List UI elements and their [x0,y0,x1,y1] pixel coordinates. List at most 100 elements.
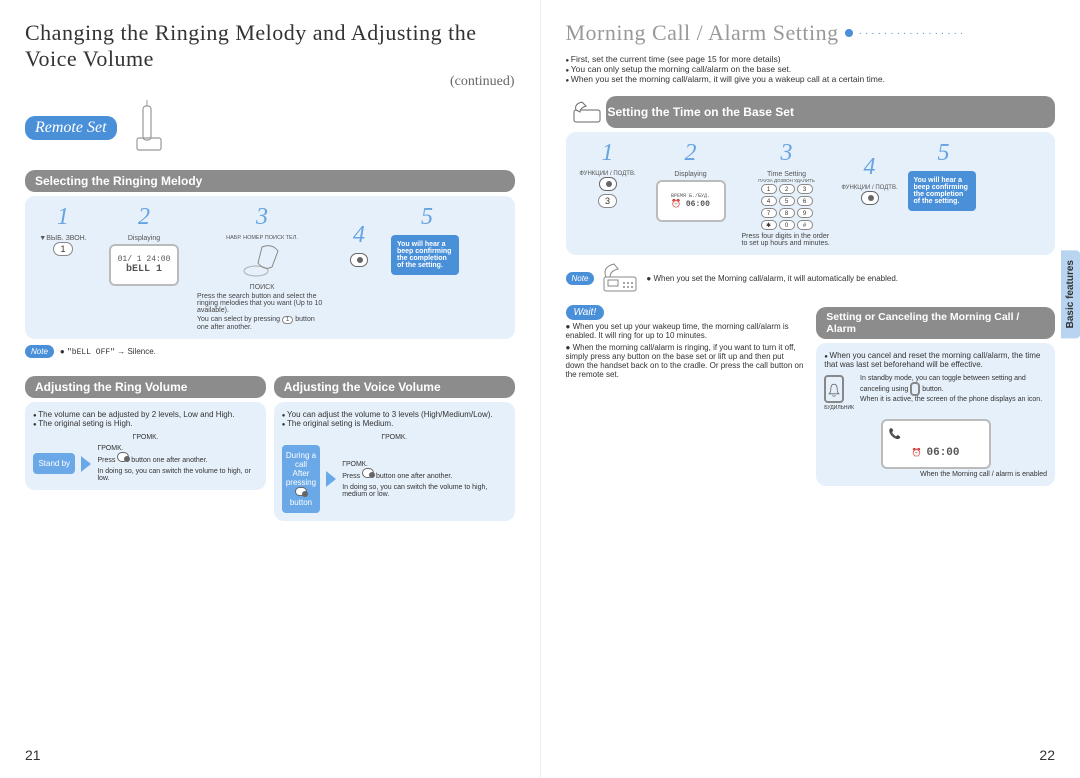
key-1: 1 [761,184,777,194]
cancel-caption: When the Morning call / alarm is enabled [824,471,1047,478]
lcd-line1: 01/ 1 24:00 [117,255,171,264]
intro-3: When you set the morning call/alarm, it … [566,74,1056,84]
displaying-label: Displaying [99,235,189,242]
arrow-icon-2 [326,471,336,487]
intro-list: First, set the current time (see page 15… [566,54,1056,84]
section-voice-vol-label: Adjusting the Voice Volume [284,380,441,394]
during-press-icon [295,487,307,496]
ring-grom-top: ГРОМК. [33,434,258,441]
continued-label: (continued) [25,74,515,90]
alarm-button-icon-small [910,382,920,396]
during-text: During a call After pressing [286,451,316,487]
page-number-22: 22 [1039,747,1055,763]
section-cancel-label: Setting or Canceling the Morning Call / … [826,311,1045,335]
voice-press: Press [342,473,360,480]
section-melody-label: Selecting the Ringing Melody [35,174,202,188]
ring-press-after: button one after another. [131,457,207,464]
base-phone-icon-2 [600,261,640,295]
step-num-2: 2 [99,204,189,231]
remote-set-row: Remote Set [25,98,515,158]
time-lcd-time: 06:00 [686,200,710,209]
title-dots-icon: ················· [859,28,967,39]
side-tab-basic-features: Basic features [1061,250,1080,338]
cancel-toggle1b: button. [922,386,943,393]
note-badge: Note [25,345,54,358]
melody-step3-text1: Press the search button and select the r… [197,293,327,314]
key-2: 2 [779,184,795,194]
during-btn-label: button [290,498,312,507]
step-num-5: 5 [391,204,463,231]
note-silence: → Silence. [117,347,156,356]
key-9: 9 [797,208,813,218]
volume-two-col: Adjusting the Ring Volume The volume can… [25,368,515,521]
melody-key1-label: ▼ВЫБ. ЗВОН. [35,235,91,242]
t-step-3: 3 [742,140,832,167]
time-key1-press-icon [599,177,617,191]
melody-lcd: 01/ 1 24:00 bELL 1 [109,244,179,286]
intro-1: First, set the current time (see page 15… [566,54,1056,64]
title-row-right: Morning Call / Alarm Setting ···········… [566,20,1056,46]
page-number-21: 21 [25,747,41,763]
cancel-b1: When you cancel and reset the morning ca… [824,351,1047,369]
key-8: 8 [779,208,795,218]
melody-step-strip: 1 ▼ВЫБ. ЗВОН. 1 2 Displaying 01/ 1 24:00… [25,196,515,339]
note-row: Note ● When you set the Morning call/ala… [566,261,1056,295]
time-step-strip: 1 ФУНКЦИИ / ПОДТВ. 3 2 Displaying ВРЕМЯ … [566,132,1056,255]
wait-badge: Wait! [566,305,605,320]
voice-grom-top: ГРОМК. [282,434,507,441]
t-step-5: 5 [908,140,980,167]
key-5: 5 [779,196,795,206]
voice-vol-panel: You can adjust the volume to 3 levels (H… [274,402,515,521]
time-confirm-text: You will hear a beep confirming the comp… [914,177,968,205]
keypad-top-labels: ПАУЗА ДОЗВОН УДАЛИТЬ [742,178,832,183]
key-4: 4 [761,196,777,206]
section-melody-bar: Selecting the Ringing Melody [25,170,515,192]
t-step-4: 4 [840,154,900,181]
t-step-2: 2 [648,140,734,167]
keypad-icon: 123 456 789 ✱0# [742,184,832,230]
voice-grom: ГРОМК. [342,461,506,468]
intro-2: You can only setup the morning call/alar… [566,64,1056,74]
key-0: 0 [779,220,795,230]
ring-indoing: In doing so, you can switch the volume t… [97,468,257,482]
bell-label: БУДИЛЬНИК [824,405,854,411]
time-key4-press-icon [861,191,879,205]
key-hash: # [797,220,813,230]
section-time-bar: Setting the Time on the Base Set [606,96,1056,128]
voice-b2: The original seting is Medium. [282,419,507,428]
melody-confirm-text: You will hear a beep confirming the comp… [397,241,451,269]
time-step3-note: Press four digits in the order to set up… [742,233,832,247]
arrow-icon [81,456,91,472]
cancel-lcd: 📞 ⏰ 06:00 [881,419,991,469]
voice-b1: You can adjust the volume to 3 levels (H… [282,410,507,419]
note-main-text: When you set the Morning call/alarm, it … [653,274,898,283]
section-ring-vol-bar: Adjusting the Ring Volume [25,376,266,398]
voice-press-after: button one after another. [376,473,452,480]
step3-btn: 1 [282,316,293,324]
cordless-phone-icon [117,98,177,158]
confirm-press-icon [350,253,368,267]
page-title-left: Changing the Ringing Melody and Adjustin… [25,20,515,72]
ring-grom: ГРОМК. [97,445,257,452]
section-ring-vol-label: Adjusting the Ring Volume [35,380,187,394]
time-lcd: ВРЕМЯ Б./БУД. ⏰ 06:00 [656,180,726,222]
wait-b2-text: When the morning call/alarm is ringing, … [566,343,804,379]
key-3: 3 [797,184,813,194]
time-setting-label: Time Setting [742,171,832,178]
cancel-panel: When you cancel and reset the morning ca… [816,343,1055,486]
hand-press-icon [242,241,282,281]
section-cancel-bar: Setting or Canceling the Morning Call / … [816,307,1055,339]
cancel-lcd-time: 06:00 [927,447,960,459]
melody-step3-text2: You can select by pressing 1 button one … [197,316,327,331]
ring-b2: The original seting is High. [33,419,258,428]
time-key1-btn: 3 [598,194,617,208]
step3-pre: You can select by pressing [197,316,280,323]
step-num-1: 1 [35,204,91,231]
ring-b1: The volume can be adjusted by 2 levels, … [33,410,258,419]
note-bell-off: "bELL OFF" [67,348,115,357]
voice-indoing: In doing so, you can switch the volume t… [342,484,506,498]
title-dot-icon [845,29,853,37]
page-title-right: Morning Call / Alarm Setting [566,20,839,46]
lcd-line2: bELL 1 [117,264,171,275]
wait-b1: ● When you set up your wakeup time, the … [566,322,805,340]
